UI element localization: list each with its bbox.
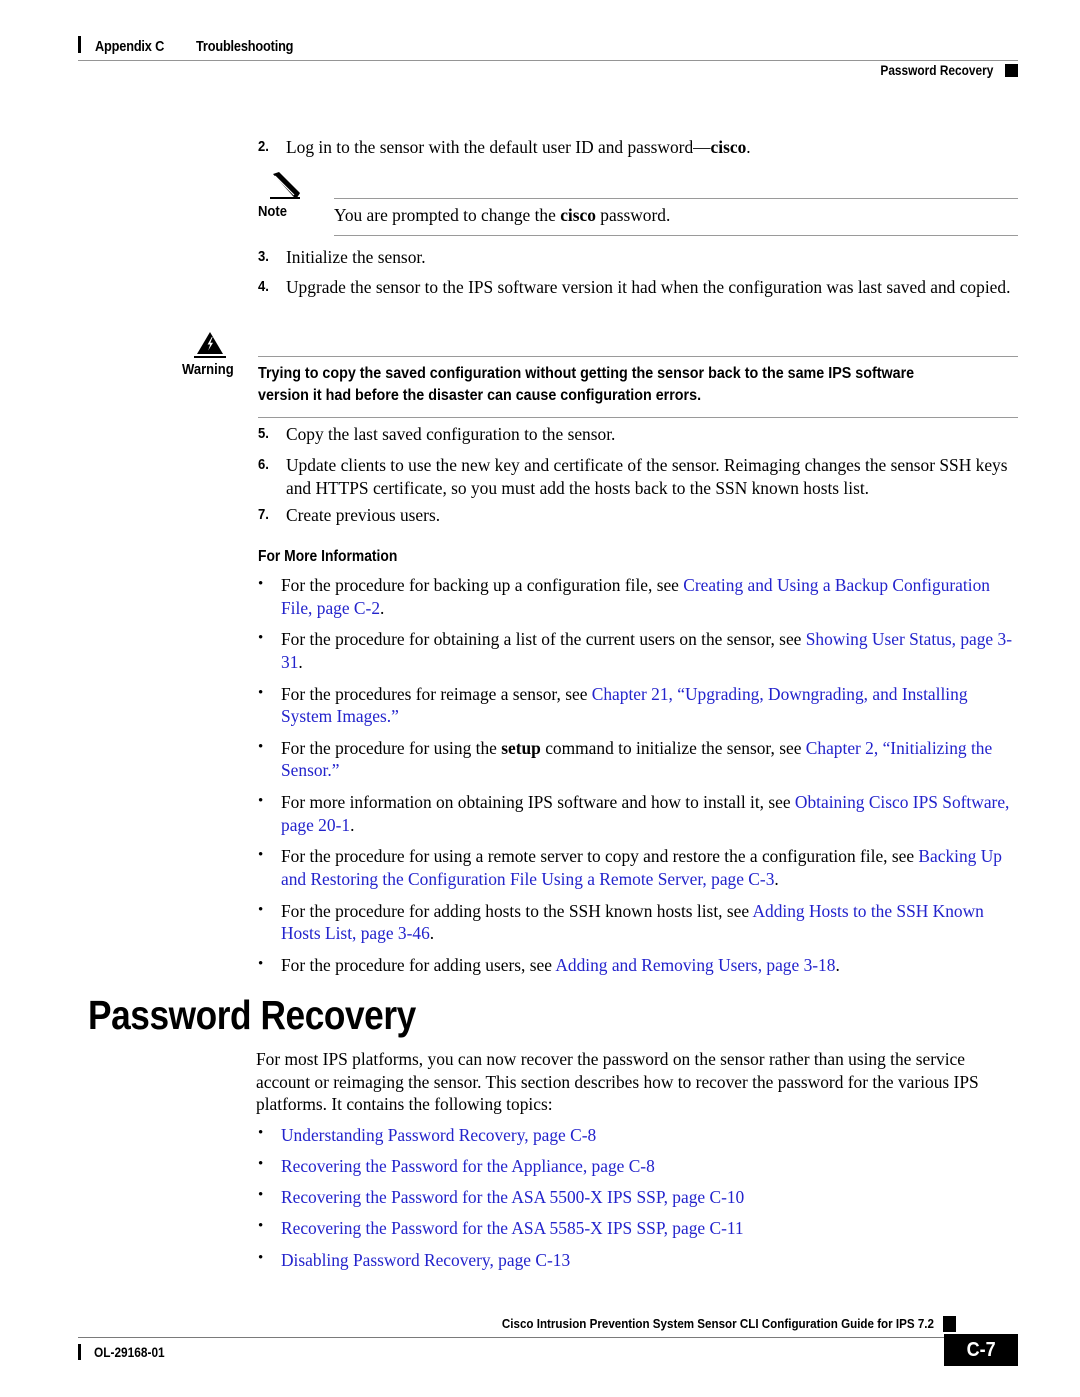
step-number: 6. (258, 457, 269, 473)
step-item: 3. Initialize the sensor. (258, 246, 1018, 269)
warning-line: Trying to copy the saved configuration w… (258, 365, 915, 382)
list-item-text: For the procedures for reimage a sensor,… (281, 683, 968, 727)
footer-page-number-box: C-7 (944, 1334, 1018, 1366)
list-item-text: For the procedure for adding users, see … (281, 954, 840, 975)
step-text: Update clients to use the new key and ce… (286, 455, 1008, 498)
step-number: 7. (258, 507, 269, 523)
list-item: • Recovering the Password for the ASA 55… (258, 1217, 1018, 1240)
bullet-glyph: • (258, 630, 264, 647)
list-item: • For the procedure for adding users, se… (258, 954, 1018, 977)
step-text: Log in to the sensor with the default us… (286, 137, 751, 157)
step-item: 7. Create previous users. (258, 504, 1018, 527)
note-label: Note (258, 204, 288, 220)
warning-line: version it had before the disaster can c… (258, 387, 702, 405)
list-item: • Recovering the Password for the ASA 55… (258, 1186, 1018, 1209)
footer-doc-id-group: OL-29168-01 (78, 1344, 174, 1360)
step-number: 3. (258, 249, 269, 265)
list-item-text: For the procedure for using the setup co… (281, 737, 993, 781)
topic-link[interactable]: Disabling Password Recovery, page C-13 (281, 1249, 570, 1272)
step-text: Create previous users. (286, 505, 441, 525)
warning-label: Warning (182, 362, 234, 378)
topic-link[interactable]: Recovering the Password for the Applianc… (281, 1155, 655, 1178)
header-section-marker: Password Recovery (865, 60, 1018, 78)
bullet-glyph: • (258, 1156, 264, 1173)
list-item-text: For more information on obtaining IPS so… (281, 792, 1010, 835)
inline-bold-cisco: cisco (560, 205, 596, 225)
list-item: • For more information on obtaining IPS … (258, 791, 1018, 836)
page-title: Password Recovery (88, 992, 416, 1038)
step-item: 5. Copy the last saved configuration to … (258, 423, 1018, 446)
list-item-text: For the procedure for backing up a confi… (281, 575, 990, 618)
bullet-glyph: • (258, 901, 264, 918)
page-footer: Cisco Intrusion Prevention System Sensor… (78, 1316, 1018, 1376)
header-square-marker (1005, 64, 1018, 77)
header-appendix-label: Appendix C (95, 39, 165, 55)
pencil-icon (270, 172, 310, 202)
bullet-glyph: • (258, 847, 264, 864)
list-item: • For the procedure for using a remote s… (258, 845, 1018, 890)
footer-square-marker (943, 1316, 956, 1332)
bullet-glyph: • (258, 1249, 264, 1266)
bullet-glyph: • (258, 1218, 264, 1235)
list-item: • For the procedure for backing up a con… (258, 574, 1018, 619)
inline-bold-command: setup (501, 737, 541, 758)
footer-document-title: Cisco Intrusion Prevention System Sensor… (501, 1316, 934, 1331)
step-number: 2. (258, 139, 269, 155)
list-item: • For the procedure for obtaining a list… (258, 628, 1018, 673)
bullet-glyph: • (258, 1125, 264, 1141)
list-item: • For the procedure for adding hosts to … (258, 900, 1018, 945)
list-item: • For the procedure for using the setup … (258, 737, 1018, 782)
topic-link[interactable]: Understanding Password Recovery, page C-… (281, 1124, 596, 1147)
section-topics-list: • Understanding Password Recovery, page … (258, 1124, 1018, 1280)
step-item: 2. Log in to the sensor with the default… (258, 136, 1018, 159)
step-text: Initialize the sensor. (286, 247, 426, 267)
header-breadcrumb: Appendix C Troubleshooting (78, 34, 306, 55)
step-text: Upgrade the sensor to the IPS software v… (286, 277, 1011, 297)
warning-block: Warning Trying to copy the saved configu… (182, 330, 1018, 418)
step-item: 6. Update clients to use the new key and… (258, 454, 1018, 499)
step-number: 5. (258, 426, 269, 442)
list-item-text: For the procedure for using a remote ser… (281, 846, 1002, 889)
bullet-glyph: • (258, 684, 264, 701)
header-tick-mark (78, 36, 81, 53)
footer-page-number: C-7 (966, 1338, 996, 1361)
list-item: • Disabling Password Recovery, page C-13 (258, 1249, 1018, 1272)
note-text: You are prompted to change the cisco pas… (334, 198, 1018, 236)
footer-tick-mark (78, 1344, 81, 1360)
document-page: Appendix C Troubleshooting Password Reco… (0, 0, 1080, 1397)
page-header: Appendix C Troubleshooting Password Reco… (78, 34, 1018, 78)
for-more-information-heading: For More Information (258, 548, 398, 565)
section-intro-paragraph: For most IPS platforms, you can now reco… (256, 1049, 979, 1115)
inline-bold-cisco: cisco (710, 137, 747, 157)
topic-link[interactable]: Recovering the Password for the ASA 5585… (281, 1217, 744, 1240)
step-item: 4. Upgrade the sensor to the IPS softwar… (258, 276, 1018, 299)
header-chapter-title: Troubleshooting (195, 39, 293, 55)
note-label-column: Note (258, 172, 334, 236)
footer-rule (78, 1337, 958, 1338)
bullet-glyph: • (258, 793, 264, 809)
note-block: Note You are prompted to change the cisc… (258, 172, 1018, 236)
warning-text: Trying to copy the saved configuration w… (258, 356, 1018, 418)
bullet-glyph: • (258, 1187, 264, 1204)
footer-document-id: OL-29168-01 (94, 1344, 165, 1360)
topic-link[interactable]: Recovering the Password for the ASA 5500… (281, 1186, 744, 1209)
bullet-glyph: • (258, 576, 264, 592)
warning-label-column: Warning (182, 330, 258, 418)
list-item-text: For the procedure for obtaining a list o… (281, 629, 1012, 672)
warning-triangle-icon (194, 330, 234, 360)
step-number: 4. (258, 279, 269, 295)
bullet-glyph: • (258, 738, 264, 755)
bullet-glyph: • (258, 955, 264, 972)
for-more-information-list: • For the procedure for backing up a con… (258, 574, 1018, 985)
header-section-title: Password Recovery (880, 63, 993, 78)
step-text: Copy the last saved configuration to the… (286, 424, 616, 444)
list-item: • For the procedures for reimage a senso… (258, 683, 1018, 728)
cross-reference-link[interactable]: Adding and Removing Users, page 3-18 (555, 955, 835, 975)
list-item-text: For the procedure for adding hosts to th… (281, 900, 984, 944)
list-item: • Understanding Password Recovery, page … (258, 1124, 1018, 1147)
list-item: • Recovering the Password for the Applia… (258, 1155, 1018, 1178)
